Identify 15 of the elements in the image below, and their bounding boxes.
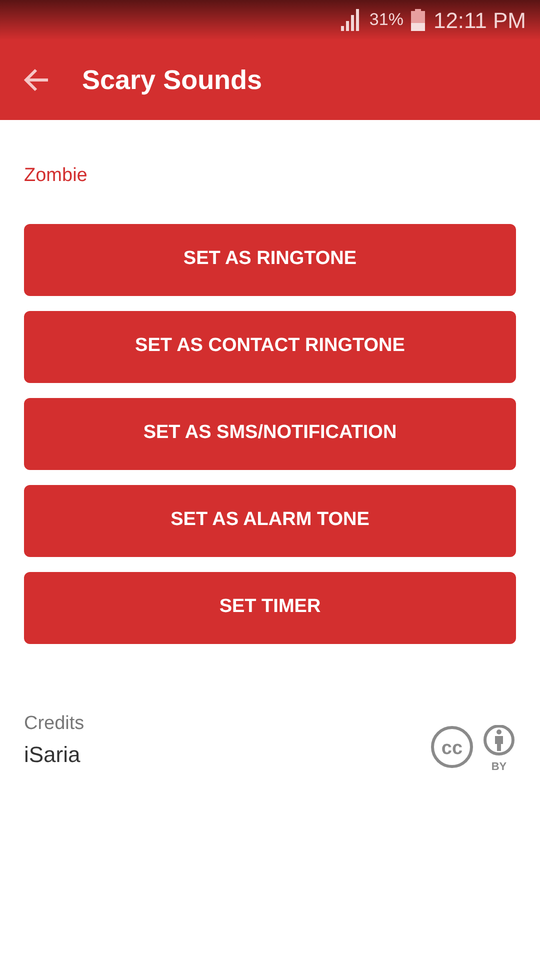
- app-title: Scary Sounds: [82, 64, 262, 97]
- action-button[interactable]: SET AS SMS/NOTIFICATION: [24, 398, 516, 470]
- credits-author: iSaria: [24, 741, 82, 769]
- signal-icon: [339, 9, 362, 31]
- battery-icon: [411, 9, 426, 31]
- action-button[interactable]: SET TIMER: [24, 572, 516, 644]
- action-button[interactable]: SET AS RINGTONE: [24, 224, 516, 296]
- action-button[interactable]: SET AS CONTACT RINGTONE: [24, 310, 516, 382]
- sound-name: Zombie: [24, 164, 88, 188]
- back-arrow-icon[interactable]: [24, 67, 50, 93]
- battery-percent: 31%: [369, 9, 404, 32]
- action-button[interactable]: SET AS ALARM TONE: [24, 484, 516, 556]
- credits-label: Credits: [24, 712, 84, 736]
- cc-license-icon: cc: [430, 725, 474, 769]
- clock-time: 12:11 PM: [433, 6, 526, 34]
